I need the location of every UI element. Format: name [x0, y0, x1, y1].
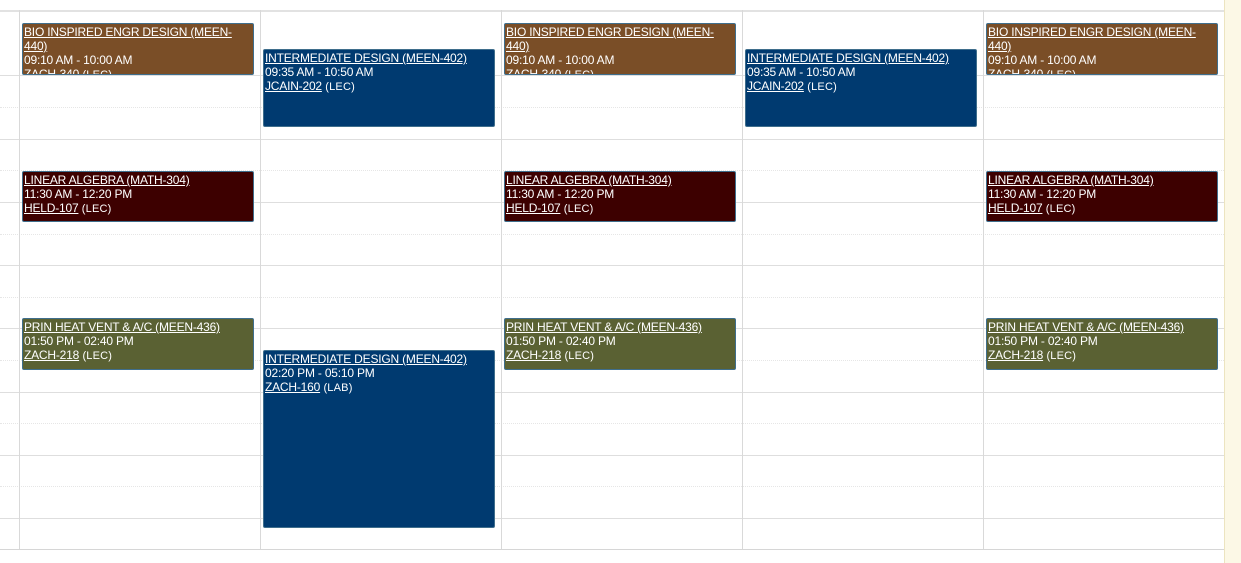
location-line: ZACH-340 (LEC) [988, 67, 1216, 75]
room-link[interactable]: JCAIN-202 [265, 79, 322, 93]
class-time: 09:35 AM - 10:50 AM [265, 65, 374, 79]
course-title-link[interactable]: LINEAR ALGEBRA (MATH-304) [24, 173, 252, 187]
event-linear-algebra[interactable]: LINEAR ALGEBRA (MATH-304) 11:30 AM - 12:… [22, 171, 254, 222]
room-link[interactable]: HELD-107 [24, 201, 79, 215]
class-time: 09:10 AM - 10:00 AM [506, 53, 615, 67]
half-hour-line [0, 486, 1224, 487]
event-linear-algebra[interactable]: LINEAR ALGEBRA (MATH-304) 11:30 AM - 12:… [986, 171, 1218, 222]
class-time: 09:35 AM - 10:50 AM [747, 65, 856, 79]
hour-line [0, 75, 1224, 76]
course-title-link[interactable]: BIO INSPIRED ENGR DESIGN (MEEN-440) [988, 25, 1216, 53]
location-line: ZACH-340 (LEC) [506, 67, 734, 75]
event-intermediate-design[interactable]: INTERMEDIATE DESIGN (MEEN-402) 09:35 AM … [263, 49, 495, 127]
location-line: JCAIN-202 (LEC) [265, 79, 493, 94]
class-type: (LEC) [564, 350, 595, 362]
hour-line [0, 139, 1224, 140]
event-bio-inspired-design[interactable]: BIO INSPIRED ENGR DESIGN (MEEN-440) 09:1… [504, 23, 736, 75]
day-column-divider [983, 10, 984, 550]
day-column-divider [501, 10, 502, 550]
course-title-link[interactable]: BIO INSPIRED ENGR DESIGN (MEEN-440) [24, 25, 252, 53]
hour-line [0, 265, 1224, 266]
location-line: ZACH-218 (LEC) [506, 348, 734, 363]
event-heat-vent-ac[interactable]: PRIN HEAT VENT & A/C (MEEN-436) 01:50 PM… [986, 318, 1218, 370]
location-line: ZACH-160 (LAB) [265, 380, 493, 395]
event-intermediate-design-lab[interactable]: INTERMEDIATE DESIGN (MEEN-402) 02:20 PM … [263, 350, 495, 528]
course-title-link[interactable]: INTERMEDIATE DESIGN (MEEN-402) [747, 51, 975, 65]
event-linear-algebra[interactable]: LINEAR ALGEBRA (MATH-304) 11:30 AM - 12:… [504, 171, 736, 222]
course-title-link[interactable]: INTERMEDIATE DESIGN (MEEN-402) [265, 352, 493, 366]
location-line: ZACH-218 (LEC) [24, 348, 252, 363]
course-title-link[interactable]: PRIN HEAT VENT & A/C (MEEN-436) [506, 320, 734, 334]
room-link[interactable]: ZACH-218 [988, 348, 1043, 362]
hour-line [0, 455, 1224, 456]
grid-top-border [0, 10, 1224, 12]
course-title-link[interactable]: PRIN HEAT VENT & A/C (MEEN-436) [24, 320, 252, 334]
class-time: 11:30 AM - 12:20 PM [506, 187, 615, 201]
event-heat-vent-ac[interactable]: PRIN HEAT VENT & A/C (MEEN-436) 01:50 PM… [504, 318, 736, 370]
half-hour-line [0, 297, 1224, 298]
hour-line [0, 392, 1224, 393]
class-time: 09:10 AM - 10:00 AM [988, 53, 1097, 67]
scrollbar-track[interactable] [1224, 0, 1241, 563]
day-column-divider [260, 10, 261, 550]
class-type: (LEC) [81, 203, 112, 215]
room-link[interactable]: ZACH-218 [506, 348, 561, 362]
class-time: 01:50 PM - 02:40 PM [24, 334, 134, 348]
class-type: (LEC) [82, 69, 113, 75]
class-type: (LEC) [807, 81, 837, 93]
class-type: (LEC) [82, 350, 113, 362]
weekly-schedule-grid: BIO INSPIRED ENGR DESIGN (MEEN-440) 09:1… [0, 0, 1241, 563]
class-type: (LEC) [1046, 350, 1077, 362]
event-intermediate-design[interactable]: INTERMEDIATE DESIGN (MEEN-402) 09:35 AM … [745, 49, 977, 127]
location-line: ZACH-218 (LEC) [988, 348, 1216, 363]
event-heat-vent-ac[interactable]: PRIN HEAT VENT & A/C (MEEN-436) 01:50 PM… [22, 318, 254, 370]
class-time: 11:30 AM - 12:20 PM [24, 187, 133, 201]
course-title-link[interactable]: LINEAR ALGEBRA (MATH-304) [506, 173, 734, 187]
class-type: (LEC) [1046, 69, 1077, 75]
class-type: (LAB) [323, 382, 353, 394]
location-line: HELD-107 (LEC) [988, 201, 1216, 216]
half-hour-line [0, 423, 1224, 424]
room-link[interactable]: ZACH-340 [24, 67, 79, 74]
course-title-link[interactable]: BIO INSPIRED ENGR DESIGN (MEEN-440) [506, 25, 734, 53]
room-link[interactable]: JCAIN-202 [747, 79, 804, 93]
room-link[interactable]: HELD-107 [988, 201, 1043, 215]
class-type: (LEC) [325, 81, 355, 93]
event-bio-inspired-design[interactable]: BIO INSPIRED ENGR DESIGN (MEEN-440) 09:1… [986, 23, 1218, 75]
room-link[interactable]: ZACH-340 [506, 67, 561, 74]
class-time: 01:50 PM - 02:40 PM [988, 334, 1098, 348]
location-line: HELD-107 (LEC) [506, 201, 734, 216]
course-title-link[interactable]: LINEAR ALGEBRA (MATH-304) [988, 173, 1216, 187]
course-title-link[interactable]: INTERMEDIATE DESIGN (MEEN-402) [265, 51, 493, 65]
class-time: 02:20 PM - 05:10 PM [265, 366, 375, 380]
location-line: ZACH-340 (LEC) [24, 67, 252, 75]
time-gutter-divider [19, 10, 20, 550]
day-column-divider [742, 10, 743, 550]
class-type: (LEC) [564, 69, 595, 75]
class-time: 09:10 AM - 10:00 AM [24, 53, 133, 67]
half-hour-line [0, 107, 1224, 108]
room-link[interactable]: ZACH-218 [24, 348, 79, 362]
location-line: JCAIN-202 (LEC) [747, 79, 975, 94]
event-bio-inspired-design[interactable]: BIO INSPIRED ENGR DESIGN (MEEN-440) 09:1… [22, 23, 254, 75]
room-link[interactable]: ZACH-340 [988, 67, 1043, 74]
grid-bottom-border [0, 549, 1224, 550]
location-line: HELD-107 (LEC) [24, 201, 252, 216]
room-link[interactable]: HELD-107 [506, 201, 561, 215]
half-hour-line [0, 234, 1224, 235]
hour-line [0, 518, 1224, 519]
class-time: 01:50 PM - 02:40 PM [506, 334, 616, 348]
room-link[interactable]: ZACH-160 [265, 380, 320, 394]
class-time: 11:30 AM - 12:20 PM [988, 187, 1097, 201]
course-title-link[interactable]: PRIN HEAT VENT & A/C (MEEN-436) [988, 320, 1216, 334]
class-type: (LEC) [563, 203, 594, 215]
class-type: (LEC) [1045, 203, 1076, 215]
